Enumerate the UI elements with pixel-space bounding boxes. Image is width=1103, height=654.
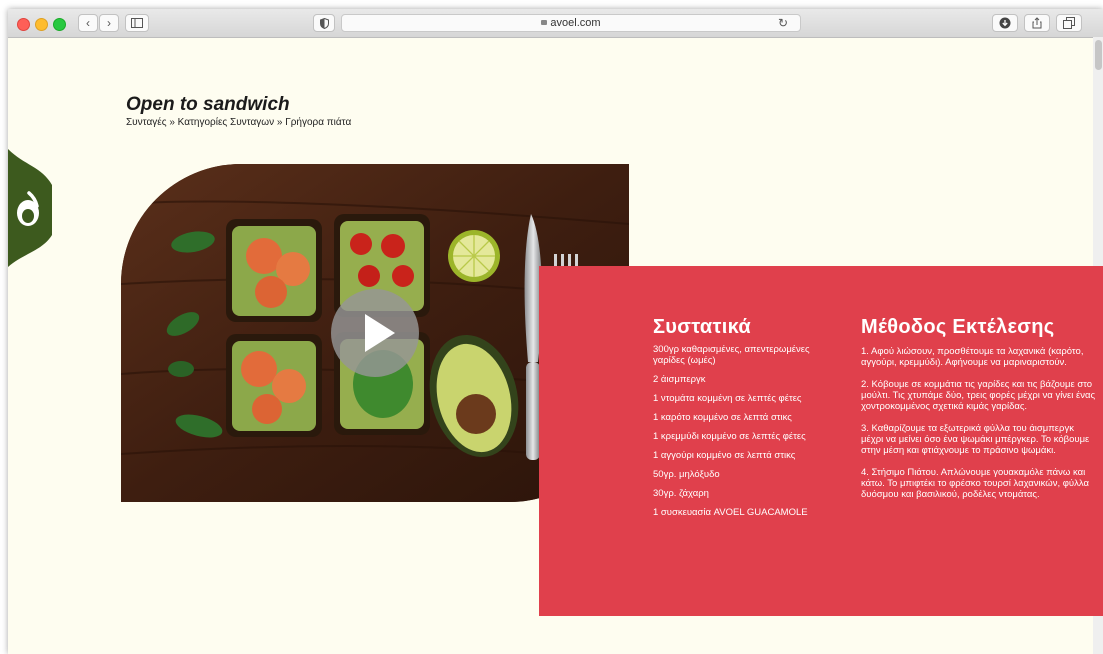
ingredient-item: 1 συσκευασία AVOEL GUACAMOLE — [653, 507, 808, 518]
browser-window: ‹ › avoel.com ↻ Open to sandwich Συνταγέ… — [8, 9, 1103, 654]
shield-icon[interactable] — [313, 14, 335, 32]
breadcrumb-recipes[interactable]: Συνταγές — [126, 117, 167, 128]
ingredients-list: 300γρ καθαρισμένες, απεντερωμένες γαρίδε… — [653, 344, 838, 526]
avoel-logo-icon[interactable] — [8, 149, 58, 267]
ingredient-item: 1 κρεμμύδι κομμένο σε λεπτές φέτες — [653, 431, 806, 442]
recipe-details-panel: Συστατικά 300γρ καθαρισμένες, απεντερωμέ… — [539, 266, 1103, 616]
method-step: 2. Κόβουμε σε κομμάτια τις γαρίδες και τ… — [861, 379, 1096, 412]
method-steps: 1. Αφού λιώσουν, προσθέτουμε τα λαχανικά… — [861, 346, 1096, 511]
minimize-window-button[interactable] — [35, 18, 48, 31]
ingredient-item: 30γρ. ζάχαρη — [653, 488, 709, 499]
address-bar[interactable]: avoel.com ↻ — [341, 14, 801, 32]
download-icon[interactable] — [992, 14, 1018, 32]
ingredient-item: 1 καρότο κομμένο σε λεπτά στικς — [653, 412, 792, 423]
sidebar-icon[interactable] — [125, 14, 149, 32]
ingredient-item: 1 αγγούρι κομμένο σε λεπτά στικς — [653, 450, 796, 461]
ingredient-item: 2 άισμπεργκ — [653, 374, 706, 385]
ingredient-item: 300γρ καθαρισμένες, απεντερωμένες γαρίδε… — [653, 344, 810, 366]
breadcrumb-separator: » — [169, 117, 175, 128]
ingredient-item: 50γρ. μηλόξυδο — [653, 469, 720, 480]
method-step: 1. Αφού λιώσουν, προσθέτουμε τα λαχανικά… — [861, 346, 1084, 368]
lock-icon — [541, 20, 548, 25]
reload-icon[interactable]: ↻ — [778, 15, 788, 31]
breadcrumb-separator: » — [276, 117, 283, 128]
breadcrumb-categories[interactable]: Κατηγορίες Συνταγων — [178, 117, 274, 128]
zoom-window-button[interactable] — [53, 18, 66, 31]
close-window-button[interactable] — [17, 18, 30, 31]
breadcrumb: Συνταγές » Κατηγορίες Συνταγων » Γρήγορα… — [126, 117, 351, 128]
forward-icon[interactable]: › — [99, 14, 119, 32]
scrollbar-thumb[interactable] — [1095, 40, 1102, 70]
method-heading: Μέθοδος Εκτέλεσης — [861, 316, 1055, 338]
url-text: avoel.com — [550, 17, 601, 29]
share-icon[interactable] — [1024, 14, 1050, 32]
play-icon[interactable] — [331, 289, 419, 377]
ingredient-item: 1 ντομάτα κομμένη σε λεπτές φέτες — [653, 393, 802, 404]
breadcrumb-quick-dishes[interactable]: Γρήγορα πιάτα — [285, 117, 351, 128]
method-step: 4. Στήσιμο Πιάτου. Απλώνουμε γουακαμόλε … — [861, 467, 1089, 500]
ingredients-heading: Συστατικά — [653, 316, 751, 338]
page-title: Open to sandwich — [126, 94, 290, 115]
back-icon[interactable]: ‹ — [78, 14, 98, 32]
browser-toolbar: ‹ › avoel.com ↻ — [8, 9, 1103, 38]
tabs-icon[interactable] — [1056, 14, 1082, 32]
method-step: 3. Καθαρίζουμε τα εξωτερικά φύλλα του άι… — [861, 423, 1090, 456]
